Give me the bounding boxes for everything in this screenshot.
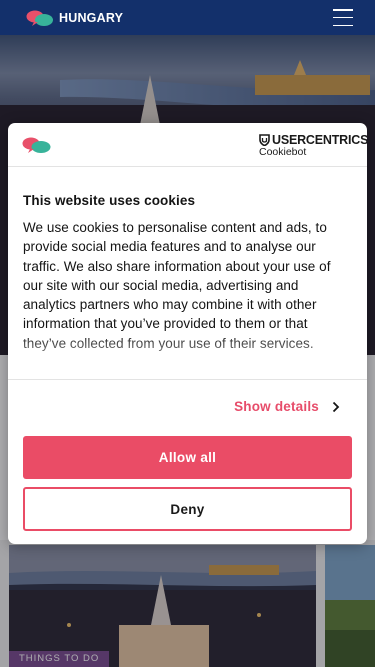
chevron-right-icon bbox=[332, 401, 340, 412]
shield-icon bbox=[259, 134, 270, 146]
hamburger-menu-icon[interactable] bbox=[333, 9, 353, 26]
cookiebot-label: Cookiebot bbox=[259, 146, 307, 158]
logo-text: HUNGARY bbox=[59, 10, 124, 25]
show-details-link[interactable]: Show details bbox=[234, 399, 341, 414]
hungary-logo-icon bbox=[26, 10, 53, 26]
cookie-consent-dialog: USERCENTRICS Cookiebot This website uses… bbox=[8, 123, 367, 544]
deny-button[interactable]: Deny bbox=[23, 487, 352, 531]
site-logo[interactable]: HUNGARY bbox=[26, 9, 123, 27]
site-header: HUNGARY bbox=[0, 0, 375, 35]
dialog-title: This website uses cookies bbox=[23, 193, 196, 208]
usercentrics-label: USERCENTRICS bbox=[272, 133, 367, 147]
dialog-divider bbox=[8, 379, 367, 380]
show-details-label: Show details bbox=[234, 399, 319, 414]
dialog-header: USERCENTRICS Cookiebot bbox=[8, 123, 367, 167]
hungary-logo-icon bbox=[22, 137, 51, 153]
allow-all-button[interactable]: Allow all bbox=[23, 436, 352, 479]
cookiebot-branding[interactable]: USERCENTRICS Cookiebot bbox=[259, 133, 367, 158]
text-fade bbox=[8, 333, 367, 379]
